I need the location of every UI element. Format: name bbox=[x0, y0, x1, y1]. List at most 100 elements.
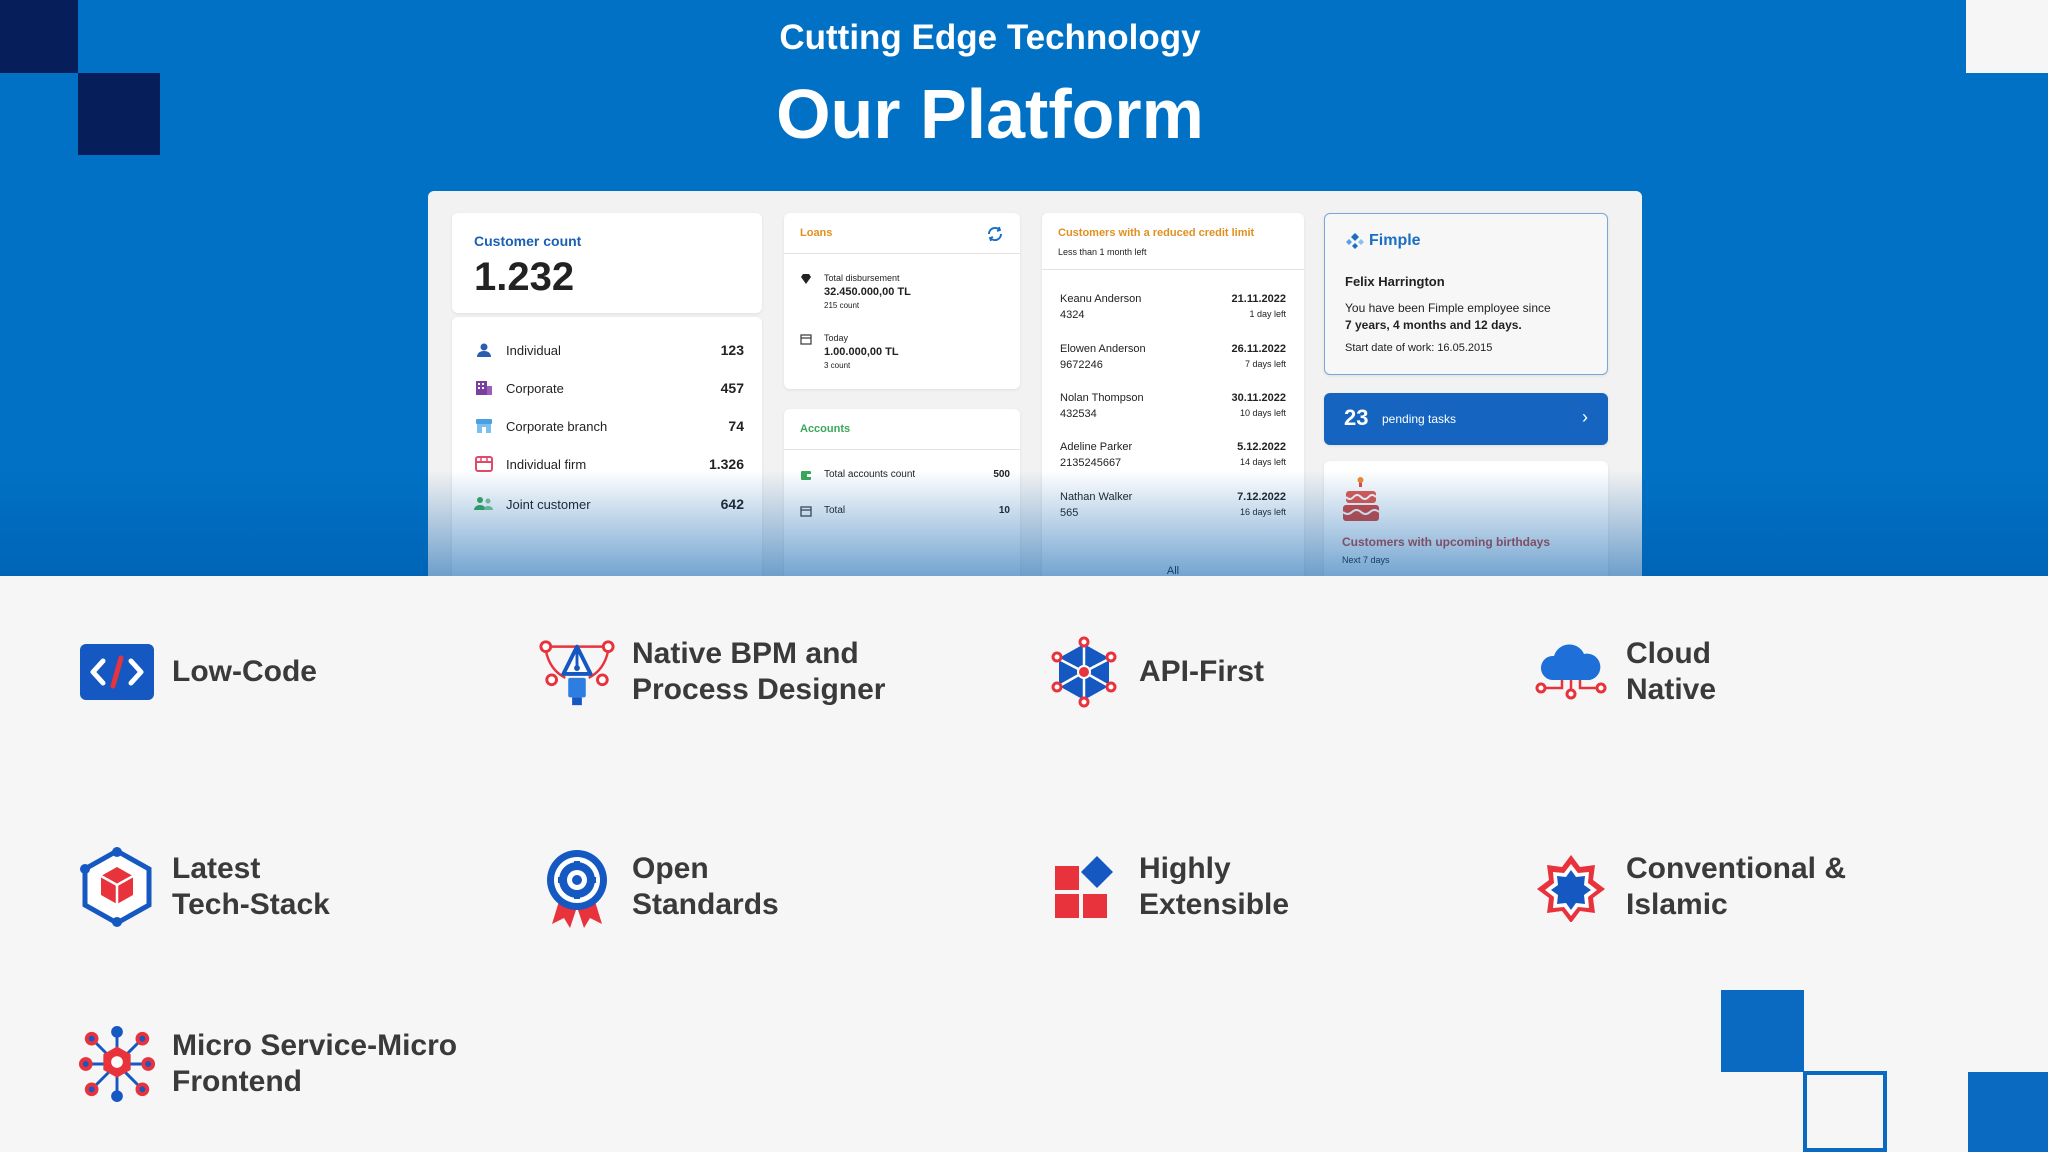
people-icon bbox=[474, 496, 494, 512]
decor-square bbox=[1721, 990, 1804, 1072]
feature-label: Native BPM and Process Designer bbox=[632, 637, 886, 706]
account-row-label: Total bbox=[824, 505, 846, 516]
loan-total-count: 215 count bbox=[824, 301, 860, 310]
customer-count-label: Customer count bbox=[474, 233, 582, 249]
customer-row-value: 123 bbox=[720, 342, 744, 358]
brand-name: Fimple bbox=[1369, 232, 1421, 249]
customer-row-label: Joint customer bbox=[506, 496, 591, 512]
feature-label: Cloud Native bbox=[1626, 637, 1717, 706]
cake-icon bbox=[1342, 477, 1380, 528]
customer-days-left: 16 days left bbox=[1239, 507, 1286, 517]
customer-list-item[interactable]: Adeline Parker 2135245667 5.12.2022 14 d… bbox=[1060, 441, 1286, 481]
customer-date: 26.11.2022 bbox=[1231, 343, 1286, 355]
feature-label: Conventional & Islamic bbox=[1626, 852, 1847, 921]
feature-label: Micro Service-Micro Frontend bbox=[172, 1029, 458, 1098]
pen-tool-icon bbox=[538, 633, 616, 711]
feature-tech-stack: Latest Tech-Stack bbox=[78, 847, 342, 927]
customer-days-left: 14 days left bbox=[1239, 457, 1286, 467]
pending-tasks-button[interactable]: 23 pending tasks › bbox=[1324, 393, 1608, 445]
dashboard-screenshot: Customer count 1.232 Individual 123 Corp… bbox=[428, 191, 1642, 576]
feature-extensible: Highly Extensible bbox=[1045, 848, 1309, 926]
wallet-icon bbox=[800, 469, 812, 481]
feature-label: API-First bbox=[1139, 655, 1265, 688]
decor-square bbox=[1968, 1072, 2048, 1152]
feature-bpm: Native BPM and Process Designer bbox=[538, 633, 912, 711]
customer-row-value: 642 bbox=[720, 496, 744, 512]
code-icon bbox=[78, 633, 156, 711]
divider bbox=[784, 449, 1020, 450]
loan-total-value: 32.450.000,00 TL bbox=[824, 286, 911, 298]
microservice-icon bbox=[78, 1025, 156, 1103]
employee-duration: 7 years, 4 months and 12 days. bbox=[1345, 318, 1522, 332]
calendar-icon bbox=[800, 333, 812, 345]
customer-name: Adeline Parker bbox=[1060, 441, 1133, 453]
accounts-label: Accounts bbox=[800, 423, 851, 435]
customer-row-label: Corporate branch bbox=[506, 418, 608, 434]
loans-label: Loans bbox=[800, 227, 833, 239]
customer-days-left: 7 days left bbox=[1244, 359, 1286, 369]
reduced-limit-card: Customers with a reduced credit limit Le… bbox=[1042, 213, 1304, 576]
feature-low-code: Low-Code bbox=[78, 633, 317, 711]
feature-label: Highly Extensible bbox=[1139, 852, 1290, 921]
loans-card: Loans Total disbursement 32.450.000,00 T… bbox=[784, 213, 1020, 389]
shop-icon bbox=[474, 456, 494, 472]
reduced-limit-sublabel: Less than 1 month left bbox=[1058, 247, 1147, 257]
feature-microservice: Micro Service-Micro Frontend bbox=[78, 1025, 472, 1103]
birthdays-sublabel: Next 7 days bbox=[1342, 555, 1390, 565]
customer-row: Corporate 457 bbox=[474, 377, 744, 399]
feature-open-standards: Open Standards bbox=[538, 848, 792, 928]
account-row-value: 10 bbox=[998, 505, 1010, 516]
customer-date: 7.12.2022 bbox=[1237, 491, 1286, 503]
customer-row-label: Individual firm bbox=[506, 456, 587, 472]
customer-count-value: 1.232 bbox=[474, 255, 575, 299]
customer-date: 21.11.2022 bbox=[1231, 293, 1286, 305]
customer-id: 432534 bbox=[1060, 408, 1097, 420]
calendar-icon bbox=[800, 505, 812, 517]
feature-label: Open Standards bbox=[632, 852, 779, 921]
feature-label: Low-Code bbox=[172, 655, 317, 688]
account-row: Total 10 bbox=[800, 503, 1010, 519]
customer-list-item[interactable]: Elowen Anderson 9672246 26.11.2022 7 day… bbox=[1060, 343, 1286, 383]
customer-row: Joint customer 642 bbox=[474, 493, 744, 515]
customer-date: 5.12.2022 bbox=[1237, 441, 1286, 453]
customer-name: Keanu Anderson bbox=[1060, 293, 1142, 305]
customer-row-label: Individual bbox=[506, 342, 561, 358]
customer-row: Individual firm 1.326 bbox=[474, 453, 744, 475]
employee-card: Fimple Felix Harrington You have been Fi… bbox=[1324, 213, 1608, 375]
hero-section: Cutting Edge Technology Our Platform Cus… bbox=[0, 0, 2048, 576]
decor-square bbox=[1966, 0, 2048, 73]
person-icon bbox=[474, 342, 494, 358]
page-subtitle: Cutting Edge Technology bbox=[779, 18, 1201, 57]
refresh-icon[interactable] bbox=[986, 225, 1004, 248]
customer-row: Individual 123 bbox=[474, 339, 744, 361]
fimple-logo-icon bbox=[1346, 233, 1364, 249]
chevron-right-icon: › bbox=[1582, 407, 1588, 427]
feature-cloud-native: Cloud Native bbox=[1532, 633, 1736, 711]
network-icon bbox=[1045, 633, 1123, 711]
reduced-limit-label: Customers with a reduced credit limit bbox=[1058, 227, 1255, 239]
birthdays-label: Customers with upcoming birthdays bbox=[1342, 535, 1551, 549]
all-link[interactable]: All bbox=[1042, 565, 1304, 576]
customer-row-value: 74 bbox=[728, 418, 744, 434]
birthdays-card: Customers with upcoming birthdays Next 7… bbox=[1324, 461, 1608, 576]
feature-api-first: API-First bbox=[1045, 633, 1264, 711]
customer-row-value: 1.326 bbox=[708, 456, 744, 472]
employee-tenure: You have been Fimple employee since 7 ye… bbox=[1345, 300, 1595, 334]
loan-today-value: 1.00.000,00 TL bbox=[824, 346, 899, 358]
account-row-label: Total accounts count bbox=[824, 469, 916, 480]
customer-name: Elowen Anderson bbox=[1060, 343, 1146, 355]
customer-list-item[interactable]: Keanu Anderson 4324 21.11.2022 1 day lef… bbox=[1060, 293, 1286, 333]
cloud-icon bbox=[1532, 633, 1610, 711]
employee-name: Felix Harrington bbox=[1345, 274, 1445, 289]
customer-list-item[interactable]: Nolan Thompson 432534 30.11.2022 10 days… bbox=[1060, 392, 1286, 432]
building-icon bbox=[474, 380, 494, 396]
star-icon bbox=[1532, 848, 1610, 926]
customer-count-card: Customer count 1.232 bbox=[452, 213, 762, 313]
store-icon bbox=[474, 418, 494, 434]
diamond-icon bbox=[800, 273, 812, 285]
feature-label: Latest Tech-Stack bbox=[172, 852, 330, 921]
badge-icon bbox=[538, 848, 616, 928]
blocks-icon bbox=[1045, 848, 1123, 926]
customer-id: 9672246 bbox=[1060, 359, 1103, 371]
customer-list-item[interactable]: Nathan Walker 565 7.12.2022 16 days left bbox=[1060, 491, 1286, 531]
